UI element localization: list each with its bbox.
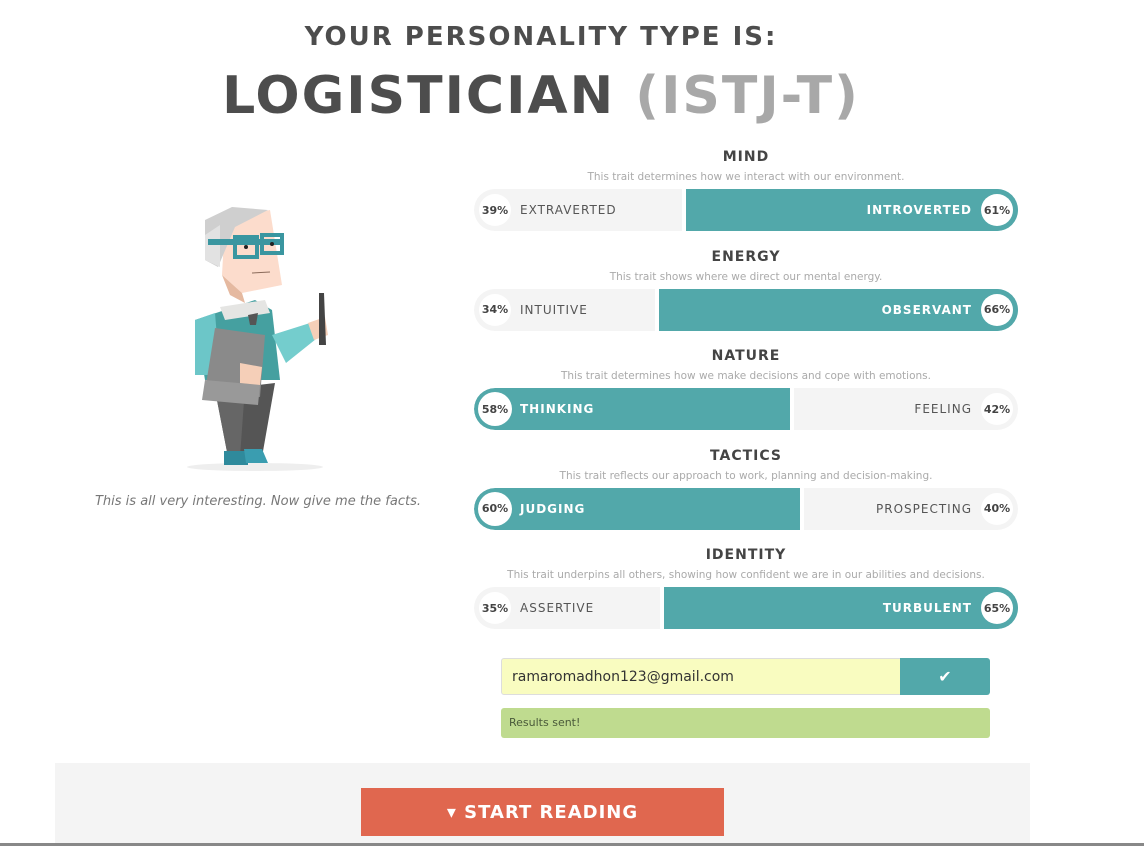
trait-tactics: TACTICS This trait reflects our approach… xyxy=(474,448,1018,530)
type-name: LOGISTICIAN xyxy=(222,66,616,126)
left-percent: 60% xyxy=(478,491,512,526)
trait-title: MIND xyxy=(722,149,770,165)
trait-bar: 35% ASSERTIVE TURBULENT 65% xyxy=(474,587,1018,629)
right-label: TURBULENT xyxy=(882,601,972,615)
right-label: PROSPECTING xyxy=(876,501,972,516)
trait-title: ENERGY xyxy=(711,248,781,265)
trait-title: TACTICS xyxy=(710,447,782,464)
trait-mind: MIND This trait determines how we intera… xyxy=(474,149,1018,231)
trait-bar-gap xyxy=(800,487,805,530)
trait-description: This trait reflects our approach to work… xyxy=(559,469,933,482)
trait-bar: 60% JUDGING PROSPECTING 40% xyxy=(474,487,1018,530)
right-label: FEELING xyxy=(914,402,972,416)
trait-bar: 58% THINKING FEELING 42% xyxy=(474,388,1018,430)
trait-bar: 39% EXTRAVERTED INTROVERTED 61% xyxy=(474,189,1018,231)
trait-identity: IDENTITY This trait underpins all others… xyxy=(474,547,1018,629)
email-input[interactable] xyxy=(501,658,901,695)
trait-bar-gap xyxy=(682,189,687,231)
results-sent-status: Results sent! xyxy=(501,708,990,738)
right-percent: 65% xyxy=(981,592,1013,624)
right-percent: 66% xyxy=(981,293,1013,326)
logistician-illustration xyxy=(187,207,328,471)
subtitle: YOUR PERSONALITY TYPE IS: xyxy=(304,22,778,52)
type-code: (ISTJ-T) xyxy=(635,66,860,126)
trait-title: IDENTITY xyxy=(705,547,787,563)
footer-panel: ▾ START READING xyxy=(55,763,1030,846)
left-percent: 35% xyxy=(479,592,511,624)
personality-type-title: LOGISTICIAN (ISTJ-T) xyxy=(0,66,1082,126)
trait-description: This trait underpins all others, showing… xyxy=(507,569,985,581)
right-label: INTROVERTED xyxy=(866,203,972,217)
right-percent: 40% xyxy=(981,492,1013,525)
trait-nature: NATURE This trait determines how we make… xyxy=(474,348,1018,430)
trait-description: This trait shows where we direct our men… xyxy=(609,270,883,283)
trait-bar-gap xyxy=(660,587,665,629)
right-percent: 42% xyxy=(981,393,1013,425)
trait-energy: ENERGY This trait shows where we direct … xyxy=(474,249,1018,331)
left-percent: 58% xyxy=(478,392,512,426)
trait-bar: 34% INTUITIVE OBSERVANT 66% xyxy=(474,288,1018,331)
trait-bar-gap xyxy=(654,288,659,331)
left-label: EXTRAVERTED xyxy=(520,203,617,217)
trait-description: This trait determines how we interact wi… xyxy=(587,171,905,183)
left-percent: 39% xyxy=(479,194,511,226)
left-label: JUDGING xyxy=(520,501,586,516)
left-label: THINKING xyxy=(520,402,595,416)
caption: This is all very interesting. Now give m… xyxy=(94,494,421,509)
trait-bar-gap xyxy=(789,388,794,430)
left-label: INTUITIVE xyxy=(520,302,588,317)
left-label: ASSERTIVE xyxy=(520,601,595,615)
send-results-button[interactable]: ✔ xyxy=(900,658,990,695)
check-icon: ✔ xyxy=(938,668,952,686)
trait-title: NATURE xyxy=(711,348,781,364)
start-reading-button[interactable]: ▾ START READING xyxy=(361,788,724,836)
left-percent: 34% xyxy=(479,293,511,326)
right-label: OBSERVANT xyxy=(881,302,972,317)
right-percent: 61% xyxy=(981,194,1013,226)
trait-description: This trait determines how we make decisi… xyxy=(561,370,931,382)
